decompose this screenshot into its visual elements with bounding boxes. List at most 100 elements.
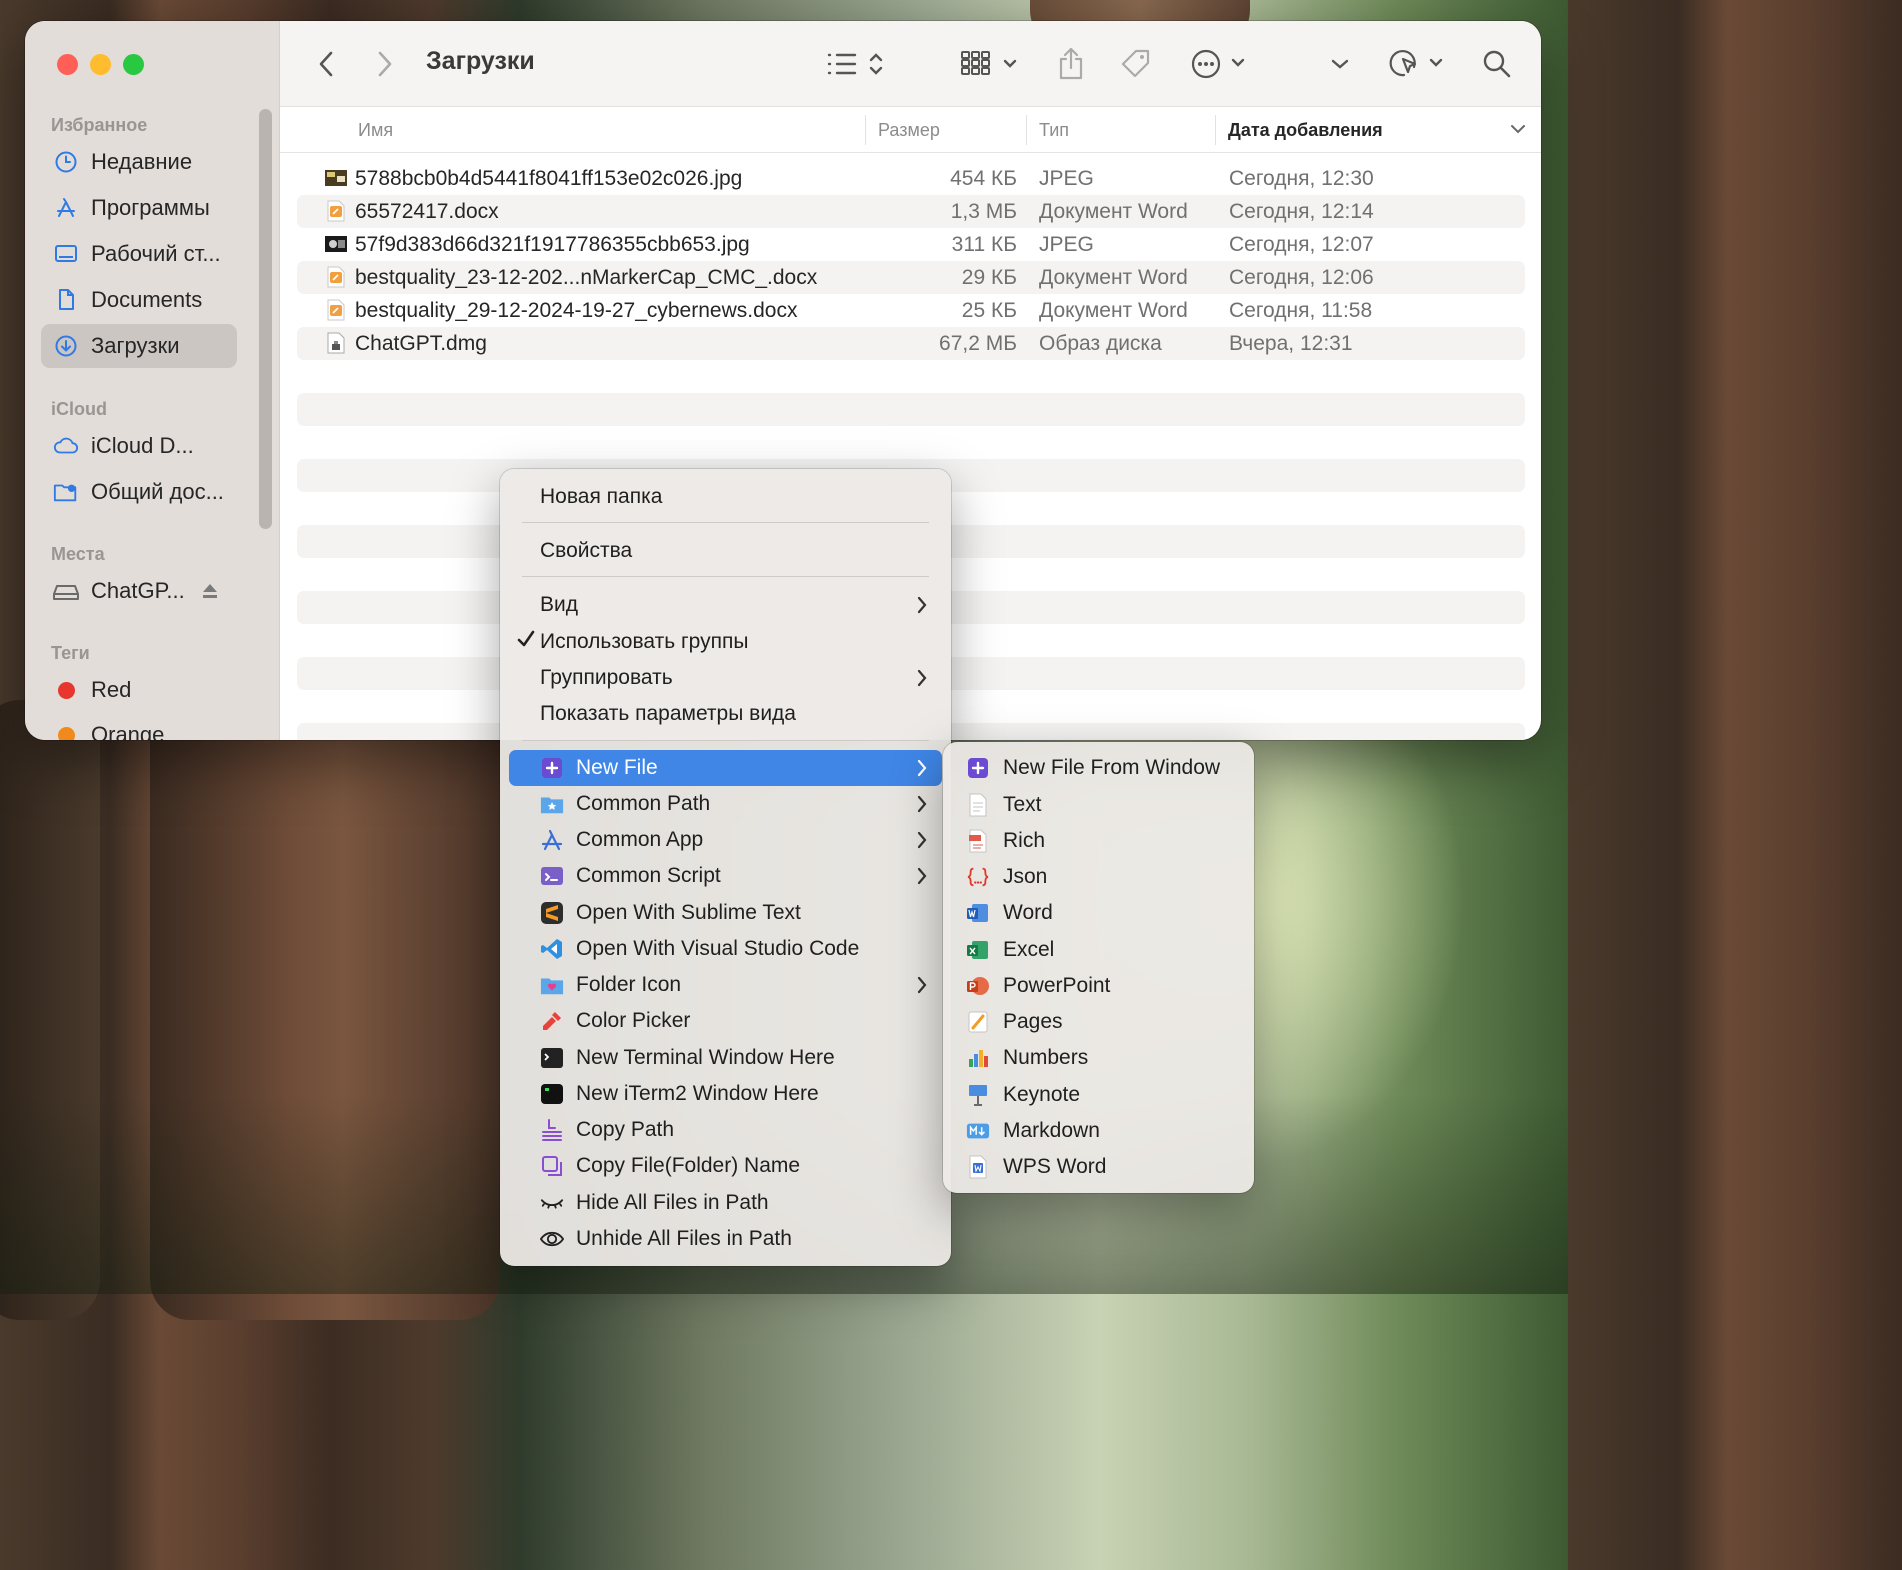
sidebar-item-downloads[interactable]: Загрузки (41, 324, 237, 368)
menu-item-common-path[interactable]: Common Path (509, 786, 942, 822)
submenu-item-numbers[interactable]: Numbers (952, 1040, 1245, 1076)
menu-item-label: New iTerm2 Window Here (576, 1082, 819, 1105)
text-file-icon (966, 793, 990, 817)
forward-button[interactable] (373, 45, 397, 83)
grid-view-button[interactable] (960, 45, 1024, 83)
file-row[interactable]: ChatGPT.dmg 67,2 МБ Образ диска Вчера, 1… (297, 327, 1525, 360)
sidebar-item-desktop[interactable]: Рабочий ст... (41, 232, 237, 276)
menu-item-common-app[interactable]: Common App (509, 822, 942, 858)
menu-item-label: Вид (540, 593, 578, 616)
submenu-item-text[interactable]: Text (952, 787, 1245, 823)
sidebar-item-tag-orange[interactable]: Orange (41, 713, 237, 740)
tag-icon (1121, 49, 1150, 78)
menu-item-new-file[interactable]: New File (509, 750, 942, 786)
more-actions-button[interactable] (1190, 45, 1250, 83)
column-name[interactable]: Имя (358, 120, 393, 141)
menu-item-color-picker[interactable]: Color Picker (509, 1003, 942, 1039)
menu-item-folder-icon[interactable]: Folder Icon (509, 967, 942, 1003)
sidebar-item-applications[interactable]: Программы (41, 186, 237, 230)
cursor-circle-icon (1389, 49, 1443, 77)
menu-item-hide-files[interactable]: Hide All Files in Path (509, 1185, 942, 1221)
column-date-added[interactable]: Дата добавления (1228, 120, 1383, 141)
menu-item-label: Показать параметры вида (540, 702, 796, 725)
menu-item-new-folder[interactable]: Новая папка (509, 479, 942, 515)
tag-button[interactable] (1118, 45, 1154, 83)
sidebar-item-chatgpt-disk[interactable]: ChatGP... (41, 569, 237, 613)
sidebar-item-icloud-drive[interactable]: iCloud D... (41, 424, 237, 468)
chevron-right-icon (917, 976, 927, 994)
submenu-item-word[interactable]: Word (952, 895, 1245, 931)
submenu-item-keynote[interactable]: Keynote (952, 1077, 1245, 1113)
close-button[interactable] (57, 54, 78, 75)
folder-star-icon (540, 792, 564, 816)
menu-item-new-iterm2[interactable]: New iTerm2 Window Here (509, 1076, 942, 1112)
menu-item-label: Rich (1003, 829, 1046, 852)
menu-item-open-vscode[interactable]: Open With Visual Studio Code (509, 931, 942, 967)
zoom-button[interactable] (123, 54, 144, 75)
back-button[interactable] (314, 45, 338, 83)
menu-item-new-terminal[interactable]: New Terminal Window Here (509, 1040, 942, 1076)
sidebar: Избранное Недавние Программы Рабочий ст.… (25, 21, 280, 740)
submenu-item-excel[interactable]: Excel (952, 932, 1245, 968)
menu-item-label: Json (1003, 865, 1048, 888)
chevron-right-icon (378, 51, 392, 77)
file-row[interactable]: bestquality_23-12-202...nMarkerCap_CMC_.… (297, 261, 1525, 294)
sidebar-item-label: ChatGP... (91, 578, 185, 603)
menu-item-view[interactable]: Вид (509, 587, 942, 623)
submenu-item-json[interactable]: Json (952, 859, 1245, 895)
sidebar-item-shared[interactable]: Общий дос... (41, 470, 237, 514)
sidebar-item-documents[interactable]: Documents (41, 278, 237, 322)
eject-icon[interactable] (201, 580, 219, 606)
menu-item-common-script[interactable]: Common Script (509, 858, 942, 894)
clock-icon (53, 149, 79, 175)
chevron-left-icon (319, 51, 333, 77)
minimize-button[interactable] (90, 54, 111, 75)
submenu-item-markdown[interactable]: Markdown (952, 1113, 1245, 1149)
file-row[interactable]: 5788bcb0b4d5441f8041ff153e02c026.jpg 454… (297, 162, 1525, 195)
submenu-item-new-file-from-window[interactable]: New File From Window (952, 750, 1245, 786)
menu-item-group-by[interactable]: Группировать (509, 660, 942, 696)
file-row[interactable]: 57f9d383d66d321f1917786355cbb653.jpg 311… (297, 228, 1525, 261)
ellipsis-circle-icon (1191, 49, 1245, 79)
menu-separator (522, 576, 929, 577)
script-icon (540, 864, 564, 888)
terminal-icon (540, 1046, 564, 1070)
menu-item-show-view-options[interactable]: Показать параметры вида (509, 696, 942, 732)
list-view-button[interactable] (825, 45, 889, 83)
vscode-icon (540, 937, 564, 961)
search-button[interactable] (1480, 45, 1514, 83)
column-type[interactable]: Тип (1039, 120, 1069, 141)
menu-item-copy-name[interactable]: Copy File(Folder) Name (509, 1148, 942, 1184)
window-title: Загрузки (426, 47, 535, 75)
word-icon (966, 901, 990, 925)
menu-item-copy-path[interactable]: Copy Path (509, 1112, 942, 1148)
sort-chevron-icon[interactable] (1510, 123, 1526, 135)
menu-item-use-groups[interactable]: Использовать группы (509, 624, 942, 660)
submenu-item-powerpoint[interactable]: PowerPoint (952, 968, 1245, 1004)
menu-item-properties[interactable]: Свойства (509, 533, 942, 569)
applications-icon (53, 195, 79, 221)
file-row[interactable]: bestquality_29-12-2024-19-27_cybernews.d… (297, 294, 1525, 327)
group-dropdown-button[interactable] (1328, 45, 1352, 83)
menu-item-open-sublime[interactable]: Open With Sublime Text (509, 895, 942, 931)
submenu-item-rich[interactable]: Rich (952, 823, 1245, 859)
sidebar-scrollbar[interactable] (259, 109, 272, 529)
file-date: Сегодня, 11:58 (1229, 299, 1373, 322)
share-button[interactable] (1055, 45, 1087, 83)
file-row[interactable]: 65572417.docx 1,3 МБ Документ Word Сегод… (297, 195, 1525, 228)
folder-heart-icon (540, 973, 564, 997)
menu-item-label: Copy Path (576, 1118, 675, 1141)
sidebar-item-recents[interactable]: Недавние (41, 140, 237, 184)
submenu-item-wps-word[interactable]: WPS Word (952, 1149, 1245, 1185)
menu-item-unhide-files[interactable]: Unhide All Files in Path (509, 1221, 942, 1257)
file-date: Сегодня, 12:30 (1229, 167, 1374, 190)
file-size: 25 КБ (961, 299, 1017, 322)
sidebar-item-tag-red[interactable]: Red (41, 668, 237, 712)
menu-item-label: New File (576, 756, 658, 779)
app-store-icon (540, 828, 564, 852)
quick-action-button[interactable] (1388, 45, 1448, 83)
file-name: ChatGPT.dmg (355, 332, 487, 355)
sidebar-item-label: Общий дос... (91, 479, 224, 504)
column-size[interactable]: Размер (878, 120, 940, 141)
submenu-item-pages[interactable]: Pages (952, 1004, 1245, 1040)
